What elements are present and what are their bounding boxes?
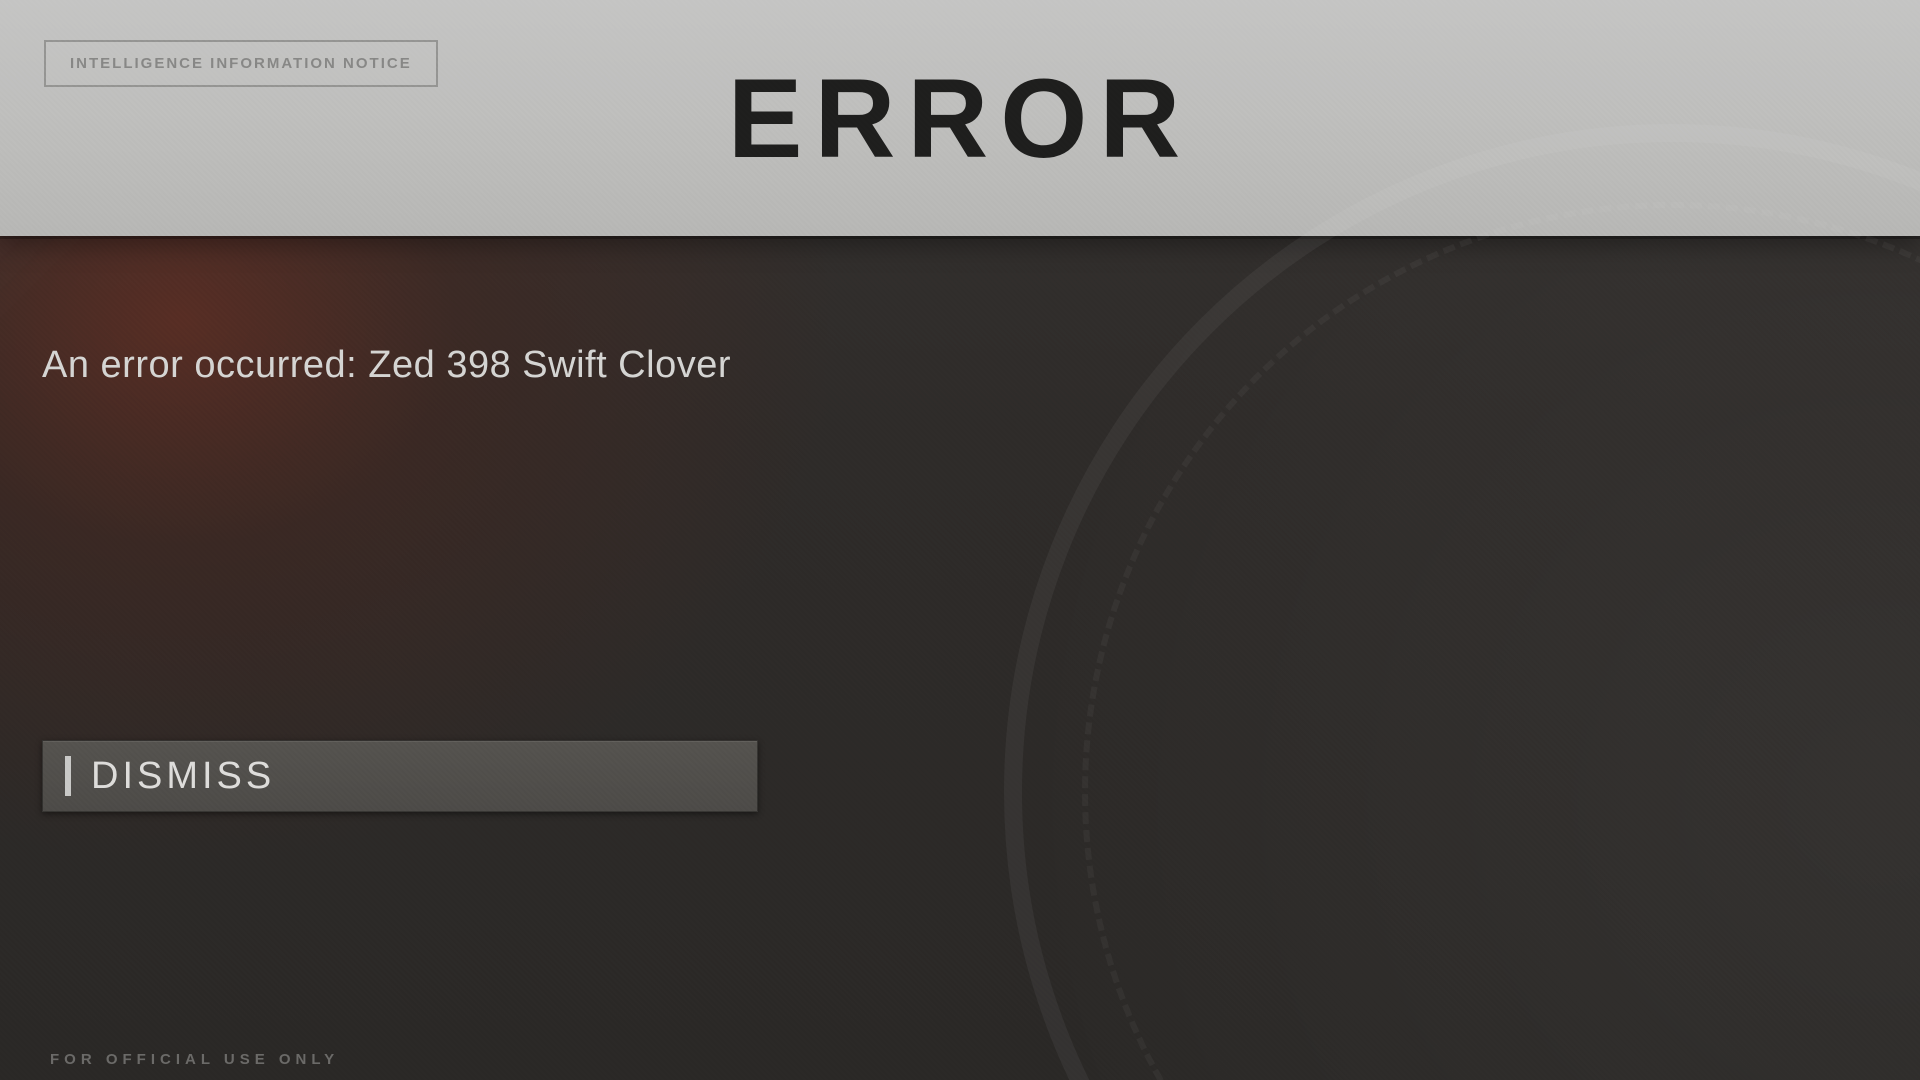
selection-bar-icon — [65, 756, 71, 796]
error-title: ERROR — [728, 54, 1192, 183]
error-header: ERROR — [0, 0, 1920, 236]
dismiss-button-label: DISMISS — [91, 755, 275, 798]
error-message: An error occurred: Zed 398 Swift Clover — [42, 344, 731, 387]
dismiss-button[interactable]: DISMISS — [42, 740, 758, 812]
error-screen: ERROR INTELLIGENCE INFORMATION NOTICE An… — [0, 0, 1920, 1080]
error-body: An error occurred: Zed 398 Swift Clover … — [0, 236, 1920, 1080]
notice-pill: INTELLIGENCE INFORMATION NOTICE — [44, 40, 438, 87]
footer-classification: FOR OFFICIAL USE ONLY — [50, 1051, 339, 1068]
